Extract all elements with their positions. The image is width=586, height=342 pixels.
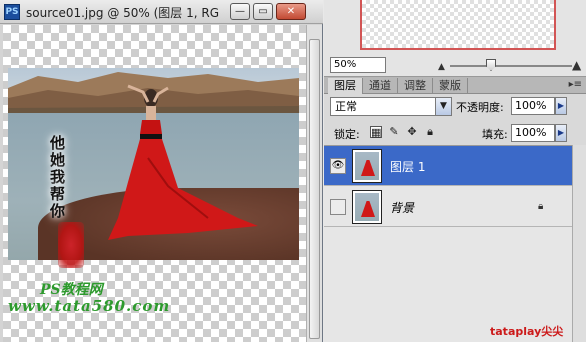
zoom-slider-handle[interactable] xyxy=(486,59,496,71)
photoshop-screen: PS source01.jpg @ 50% (图层 1, RG... — ▭ ✕ xyxy=(0,0,586,342)
lock-transparency-icon[interactable]: ▦ xyxy=(370,126,382,139)
document-window: PS source01.jpg @ 50% (图层 1, RG... — ▭ ✕ xyxy=(0,0,323,342)
fill-label: 填充: xyxy=(482,128,508,141)
brand-watermark: tataplay尖尖 xyxy=(490,325,564,338)
navigator-panel: 50% ▲ ▲ xyxy=(324,0,586,76)
layer-name: 背景 xyxy=(390,201,415,215)
layer-row-layer1[interactable]: 👁︎ 图层 1 xyxy=(324,146,572,186)
layer-name: 图层 1 xyxy=(390,160,426,174)
lock-position-move-icon[interactable]: ✥ xyxy=(406,126,418,138)
minimize-button[interactable]: — xyxy=(230,3,250,20)
calligraphy-char: 他 xyxy=(50,134,66,152)
fill-slider-button[interactable]: ▶ xyxy=(555,124,567,142)
panel-tabs: 图层 通道 调整 蒙版 ▸≡ xyxy=(324,77,586,94)
layer-thumbnail xyxy=(352,190,382,224)
tab-adjustments[interactable]: 调整 xyxy=(398,78,433,94)
navigator-zoom-input[interactable]: 50% xyxy=(330,57,386,73)
visibility-toggle[interactable] xyxy=(330,199,346,215)
layer-thumbnail xyxy=(352,149,382,183)
calligraphy-char: 帮 xyxy=(50,185,66,203)
small-mountain-icon[interactable]: ▲ xyxy=(438,62,445,72)
calligraphy-text: 他 她 我 帮 你 xyxy=(50,134,86,220)
panel-menu-icon[interactable]: ▸≡ xyxy=(569,79,582,90)
fill-input[interactable]: 100% xyxy=(511,124,555,142)
close-button[interactable]: ✕ xyxy=(276,3,306,20)
calligraphy-char: 你 xyxy=(50,202,66,220)
lock-icon: 🔒︎ xyxy=(538,201,544,212)
opacity-slider-button[interactable]: ▶ xyxy=(555,97,567,115)
large-mountain-icon[interactable]: ▲ xyxy=(572,58,581,72)
tab-layers[interactable]: 图层 xyxy=(328,78,363,94)
blend-mode-select[interactable]: 正常 ▼ xyxy=(330,97,452,116)
photoshop-app-icon: PS xyxy=(4,4,20,20)
restore-button[interactable]: ▭ xyxy=(253,3,273,20)
calligraphy-char: 她 xyxy=(50,151,66,169)
document-title: source01.jpg @ 50% (图层 1, RG... xyxy=(26,6,220,20)
lock-all-icon[interactable]: 🔒︎ xyxy=(424,126,436,138)
lock-image-brush-icon[interactable]: ✎ xyxy=(388,126,400,138)
opacity-label: 不透明度: xyxy=(456,101,504,114)
zoom-slider-track[interactable] xyxy=(450,65,572,67)
eye-icon[interactable]: 👁︎ xyxy=(330,158,346,174)
document-vertical-scrollbar[interactable] xyxy=(306,25,322,342)
tab-channels[interactable]: 通道 xyxy=(363,78,398,94)
opacity-input[interactable]: 100% xyxy=(511,97,555,115)
watermark-title: PS教程网 xyxy=(40,282,103,298)
layers-list-scrollbar[interactable] xyxy=(572,145,586,342)
scrollbar-thumb[interactable] xyxy=(309,39,320,339)
layer-row-background[interactable]: 背景 🔒︎ xyxy=(324,187,572,227)
layers-panel: 图层 通道 调整 蒙版 ▸≡ 正常 ▼ 不透明度: 100% ▶ 锁定: ▦ ✎… xyxy=(324,76,586,342)
red-seal-stamp xyxy=(58,222,84,268)
tab-masks[interactable]: 蒙版 xyxy=(433,78,468,94)
blend-mode-value: 正常 xyxy=(335,100,357,113)
chevron-down-icon[interactable]: ▼ xyxy=(435,98,451,115)
calligraphy-char: 我 xyxy=(50,168,66,186)
layers-list: 👁︎ 图层 1 背景 🔒︎ xyxy=(324,145,572,342)
document-titlebar[interactable]: PS source01.jpg @ 50% (图层 1, RG... — ▭ ✕ xyxy=(0,0,323,24)
lock-label: 锁定: xyxy=(334,128,360,141)
watermark-url: www.tata580.com xyxy=(8,297,171,315)
navigator-preview[interactable] xyxy=(360,0,556,50)
